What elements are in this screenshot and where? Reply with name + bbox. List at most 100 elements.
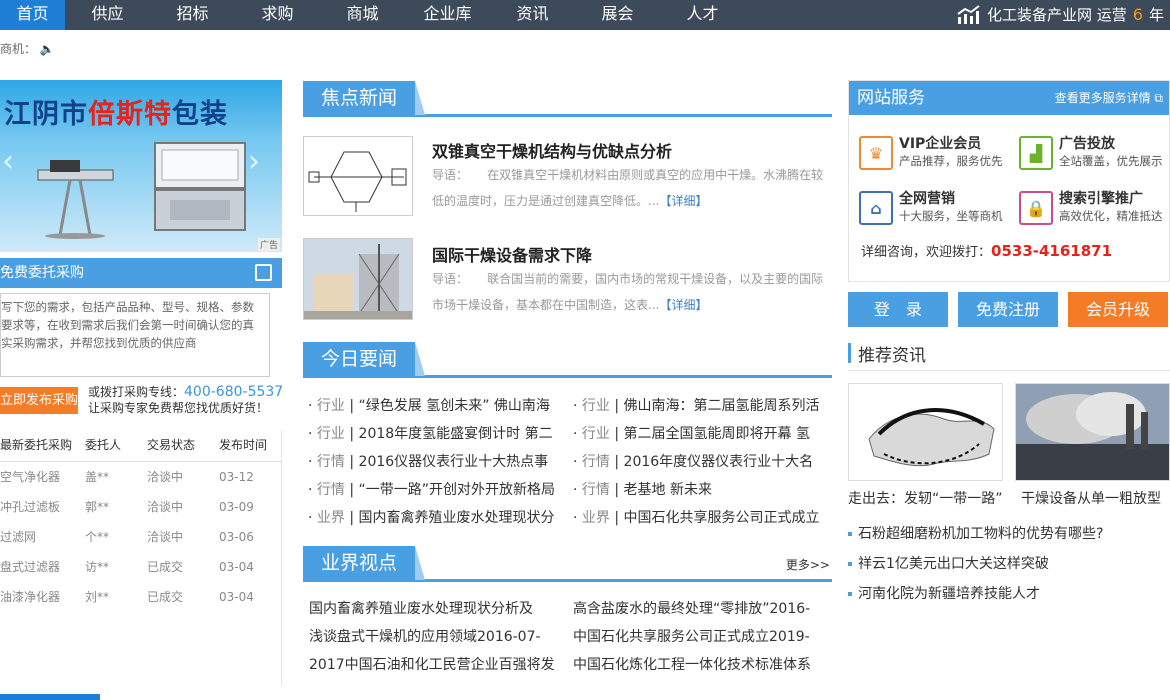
today-news-title: 今日要闻 xyxy=(303,342,426,376)
list-item[interactable]: 浅谈盘式干燥机的应用领域2016-07- xyxy=(309,626,559,646)
service-sub: 全站覆盖，优先展示 xyxy=(1059,154,1163,168)
table-row[interactable]: 冲孔过滤板 郭** 洽谈中 03-09 xyxy=(0,492,282,522)
news-summary: 导语： 在双锥真空干燥机材料由原则或真空的应用中干燥。水沸腾在较低的温度时，压力… xyxy=(432,162,830,214)
nav-item-purchase[interactable]: 求购 xyxy=(245,0,310,30)
services-more-link[interactable]: 查看更多服务详情 ⧉ xyxy=(1055,81,1163,115)
packing-machine-image xyxy=(37,160,114,239)
banner-next-icon[interactable]: › xyxy=(248,144,260,179)
recommend-card-image[interactable] xyxy=(848,383,1003,481)
cell-status: 洽谈中 xyxy=(147,470,184,484)
list-item[interactable]: · 行情 | “一带一路”开创对外开放新格局 xyxy=(308,479,558,499)
chart-growth-icon xyxy=(957,5,980,24)
brand-years: 6 xyxy=(1132,5,1143,24)
list-item[interactable]: · 行业 | “绿色发展 氢创未来” 佛山南海 xyxy=(308,395,558,415)
contact-label: 详细咨询，欢迎拨打： xyxy=(861,245,992,260)
cell-date: 03-04 xyxy=(219,560,254,574)
news-thumbnail[interactable] xyxy=(303,136,413,216)
edit-icon[interactable] xyxy=(255,264,272,281)
more-link[interactable]: 更多>> xyxy=(786,556,830,573)
list-item[interactable]: · 行业 | 2018年度氢能盛宴倒计时 第二 xyxy=(308,423,558,443)
service-title: 搜索引擎推广 xyxy=(1059,191,1143,207)
business-ticker: 商机： 🔈 xyxy=(0,40,55,57)
service-marketing[interactable]: ⌂ 全网营销 十大服务，坐等商机 xyxy=(859,191,1003,225)
table-row[interactable]: 油漆净化器 刘** 已成交 03-04 xyxy=(0,582,282,612)
publish-purchase-button[interactable]: 立即发布采购 xyxy=(0,387,78,414)
brand[interactable]: 化工装备产业网 运营 6 年 xyxy=(957,0,1164,30)
login-button[interactable]: 登 录 xyxy=(848,292,948,327)
brand-text: 化工装备产业网 运营 xyxy=(987,6,1127,24)
procure-title: 免费委托采购 xyxy=(0,265,84,281)
nav-item-news[interactable]: 资讯 xyxy=(500,0,565,30)
list-item[interactable]: 河南化院为新疆培养技能人才 xyxy=(848,583,1040,603)
list-item[interactable]: 2017中国石油和化工民营企业百强将发 xyxy=(309,654,559,674)
table-row[interactable]: 空气净化器 盖** 洽谈中 03-12 xyxy=(0,462,282,492)
procure-table: 最新委托采购 委托人 交易状态 发布时间 空气净化器 盖** 洽谈中 03-12 冲孔… xyxy=(0,430,282,612)
bullet-icon xyxy=(848,562,852,566)
list-item-text: 河南化院为新疆培养技能人才 xyxy=(858,586,1040,602)
news-summary: 导语： 联合国当前的需要，国内市场的常规干燥设备，以及主要的国际市场干燥设备，基… xyxy=(432,266,830,318)
item-text: 2016仪器仪表行业十大热点事 xyxy=(358,454,549,470)
list-item[interactable]: · 行情 | 2016仪器仪表行业十大热点事 xyxy=(308,451,558,471)
detail-link[interactable]: 【详细】 xyxy=(659,194,707,208)
nav-item-supply[interactable]: 供应 xyxy=(75,0,140,30)
ad-chart-icon: ▟ xyxy=(1019,136,1053,170)
service-title: 广告投放 xyxy=(1059,136,1115,152)
service-seo[interactable]: 🔒 搜索引擎推广 高效优化，精准抵达 xyxy=(1019,191,1163,225)
recommend-card-caption[interactable]: 走出去：发轫“一带一路” xyxy=(848,488,1008,508)
list-item-text: 石粉超细磨粉机加工物料的优势有哪些? xyxy=(858,526,1104,542)
table-row[interactable]: 盘式过滤器 访** 已成交 03-04 xyxy=(0,552,282,582)
list-item[interactable]: · 行情 | 老基地 新未来 xyxy=(573,479,833,499)
register-button[interactable]: 免费注册 xyxy=(958,292,1058,327)
nav-item-companies[interactable]: 企业库 xyxy=(415,0,480,30)
top-nav: 首页 供应 招标 求购 商城 企业库 资讯 展会 人才 化工装备产业网 运营 6… xyxy=(0,0,1170,30)
bottom-section-tab xyxy=(0,694,100,700)
house-icon: ⌂ xyxy=(859,191,893,225)
list-item[interactable]: 石粉超细磨粉机加工物料的优势有哪些? xyxy=(848,523,1103,543)
detail-link[interactable]: 【详细】 xyxy=(659,298,707,312)
recommend-card-caption[interactable]: 干燥设备从单一粗放型 xyxy=(1021,488,1170,508)
list-item[interactable]: 祥云1亿美元出口大关这样突破 xyxy=(848,553,1049,573)
list-item[interactable]: · 行业 | 第二届全国氢能周即将开幕 氢 xyxy=(573,423,833,443)
list-item[interactable]: · 业界 | 中国石化共享服务公司正式成立 xyxy=(573,507,833,527)
item-text: 老基地 新未来 xyxy=(623,482,712,498)
ad-banner[interactable]: 江阴市倍斯特包装 ‹ › 广告 xyxy=(0,80,282,252)
item-category: 行业 xyxy=(316,398,345,414)
col-item: 最新委托采购 xyxy=(0,438,73,452)
item-category: 行情 xyxy=(316,482,345,498)
industry-views-title: 业界视点 xyxy=(303,546,426,580)
cell-client: 刘** xyxy=(85,590,110,604)
list-item[interactable]: 国内畜禽养殖业废水处理现状分析及 xyxy=(309,598,559,618)
summary-label: 导语： xyxy=(432,272,469,286)
service-vip[interactable]: ♛ VIP企业会员 产品推荐，服务优先 xyxy=(859,136,1003,170)
news-headline[interactable]: 国际干燥设备需求下降 xyxy=(432,242,592,266)
news-headline[interactable]: 双锥真空干燥机结构与优缺点分析 xyxy=(432,138,672,162)
table-row[interactable]: 过滤网 个** 洽谈中 03-06 xyxy=(0,522,282,552)
list-item[interactable]: 高含盐废水的最终处理“零排放”2016- xyxy=(573,598,831,618)
procure-textarea[interactable]: 写下您的需求，包括产品品种、型号、规格、参数要求等，在收到需求后我们会第一时间确… xyxy=(0,293,270,377)
upgrade-button[interactable]: 会员升级 xyxy=(1068,292,1168,327)
recommend-card-image[interactable] xyxy=(1015,383,1170,481)
list-item[interactable]: · 行情 | 2016年度仪器仪表行业十大名 xyxy=(573,451,833,471)
list-item[interactable]: 中国石化炼化工程一体化技术标准体系 xyxy=(573,654,831,674)
item-category: 业界 xyxy=(581,510,610,526)
list-item[interactable]: · 行业 | 佛山南海：第二届氢能周系列活 xyxy=(573,395,833,415)
service-ads[interactable]: ▟ 广告投放全站覆盖，优先展示 xyxy=(1019,136,1163,170)
news-thumbnail[interactable] xyxy=(303,238,413,320)
today-news-header: 今日要闻 xyxy=(303,342,832,378)
item-text: 2018年度氢能盛宴倒计时 第二 xyxy=(358,426,553,442)
cell-item: 空气净化器 xyxy=(0,470,61,484)
bullet-icon xyxy=(848,592,852,596)
list-item[interactable]: · 业界 | 国内畜禽养殖业废水处理现状分 xyxy=(308,507,558,527)
lock-icon: 🔒 xyxy=(1019,191,1053,225)
services-more-text: 查看更多服务详情 xyxy=(1054,91,1151,105)
item-text: 佛山南海：第二届氢能周系列活 xyxy=(623,398,820,414)
nav-item-expo[interactable]: 展会 xyxy=(585,0,650,30)
nav-item-home[interactable]: 首页 xyxy=(0,0,65,30)
cell-client: 盖** xyxy=(85,470,110,484)
list-item[interactable]: 中国石化共享服务公司正式成立2019- xyxy=(573,626,831,646)
industrial-smoke-image xyxy=(1016,384,1169,480)
nav-item-mall[interactable]: 商城 xyxy=(330,0,395,30)
nav-item-bidding[interactable]: 招标 xyxy=(160,0,225,30)
banner-prev-icon[interactable]: ‹ xyxy=(2,144,14,179)
nav-item-talent[interactable]: 人才 xyxy=(670,0,735,30)
